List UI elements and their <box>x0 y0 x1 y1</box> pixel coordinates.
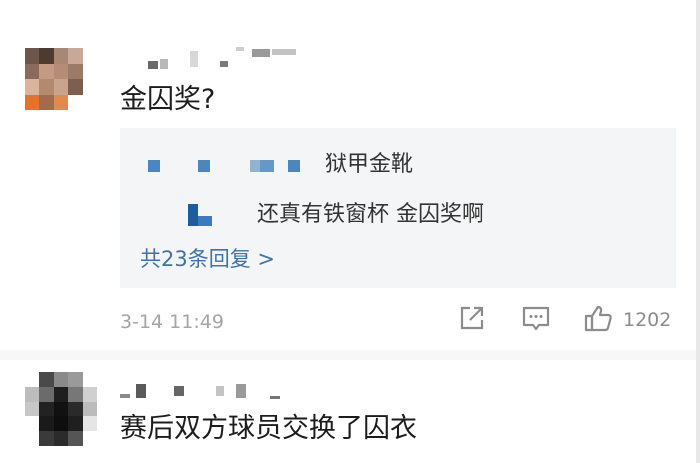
like-count: 1202 <box>623 309 672 331</box>
view-all-replies-link[interactable]: 共23条回复 > <box>140 243 275 273</box>
reply-text: 还真有铁窗杯 金囚奖啊 <box>257 202 484 227</box>
divider <box>0 350 700 360</box>
reply-text: 狱甲金靴 <box>325 152 414 177</box>
comment-button[interactable] <box>520 305 552 335</box>
reply-item[interactable]: 狱甲金靴 <box>120 142 676 182</box>
share-button[interactable] <box>457 305 487 335</box>
reply-username[interactable] <box>188 202 218 226</box>
scrollbar[interactable] <box>696 0 700 463</box>
share-icon <box>457 303 487 337</box>
reply-username[interactable] <box>148 156 308 172</box>
replies-panel[interactable]: 狱甲金靴 还真有铁窗杯 金囚奖啊 共23条回复 > <box>120 128 676 288</box>
timestamp: 3-14 11:49 <box>120 311 224 333</box>
comment-text: 赛后双方球员交换了囚衣 <box>120 413 417 444</box>
username[interactable] <box>120 382 290 400</box>
avatar[interactable] <box>25 372 97 446</box>
comment-item: 赛后双方球员交换了囚衣 <box>0 360 700 463</box>
comment-icon <box>520 303 552 337</box>
comment-text: 金囚奖? <box>120 84 216 115</box>
thumbs-up-icon <box>583 303 615 337</box>
like-button[interactable]: 1202 <box>583 305 671 335</box>
comment-item: 金囚奖? 狱甲金靴 还真有铁窗杯 金囚奖啊 共23条回复 > 3-14 11:4… <box>0 0 700 350</box>
reply-item[interactable]: 还真有铁窗杯 金囚奖啊 <box>120 188 676 228</box>
username[interactable] <box>148 47 308 69</box>
avatar[interactable] <box>25 48 97 110</box>
